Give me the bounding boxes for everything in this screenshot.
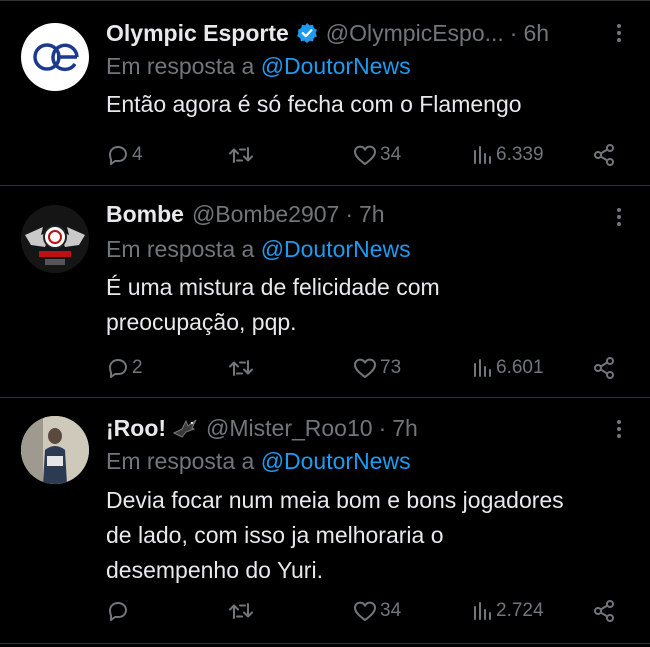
timestamp[interactable]: 7h	[392, 415, 418, 442]
tweet-header: Olympic Esporte @OlympicEspo... · 6h	[106, 15, 549, 51]
more-options-icon[interactable]	[616, 21, 622, 45]
tweet[interactable]: Bombe @Bombe2907 · 7h Em resposta a @Dou…	[0, 186, 650, 398]
display-name[interactable]: Olympic Esporte	[106, 20, 289, 47]
share-button[interactable]	[592, 353, 616, 383]
tweet-text-line: Então agora é só fecha com o Flamengo	[106, 91, 522, 117]
reply-mention-link[interactable]: @DoutorNews	[261, 448, 411, 474]
heart-icon	[354, 145, 376, 165]
timestamp[interactable]: 7h	[359, 201, 385, 228]
like-count: 34	[380, 600, 402, 621]
like-button[interactable]: 73	[352, 353, 401, 383]
share-button[interactable]	[592, 596, 616, 626]
tweet-text: É uma mistura de felicidade com preocupa…	[106, 270, 636, 340]
tweet-text-line: Devia focar num meia bom e bons jogadore…	[106, 487, 564, 513]
reply-prefix: Em resposta a	[106, 236, 255, 262]
reply-context: Em resposta a @DoutorNews	[106, 448, 411, 475]
reply-count: 2	[132, 357, 143, 378]
tweet-text-line: preocupação, pqp.	[106, 309, 297, 335]
reply-count: 4	[132, 144, 143, 165]
action-bar: 4 34 6.339	[0, 140, 650, 170]
heart-icon	[354, 358, 376, 378]
like-button[interactable]: 34	[352, 140, 401, 170]
reply-icon	[109, 146, 127, 165]
reply-prefix: Em resposta a	[106, 448, 255, 474]
action-bar: 2 73 6.601	[0, 353, 650, 383]
verified-badge-icon	[296, 22, 318, 44]
views-button[interactable]: 2.724	[470, 596, 544, 626]
view-count: 6.601	[496, 357, 544, 378]
tweet-text: Então agora é só fecha com o Flamengo	[106, 87, 636, 122]
view-count: 2.724	[496, 600, 544, 621]
action-bar: 34 2.724	[0, 596, 650, 626]
avatar[interactable]	[21, 205, 89, 273]
tweet-text-line: de lado, com isso ja melhoraria o	[106, 522, 444, 548]
views-button[interactable]: 6.601	[470, 353, 544, 383]
like-count: 34	[380, 144, 402, 165]
views-chart-icon	[474, 602, 491, 620]
tweet[interactable]: Olympic Esporte @OlympicEspo... · 6h Em …	[0, 1, 650, 186]
reply-button[interactable]	[106, 596, 132, 626]
tweet-header: Bombe @Bombe2907 · 7h	[106, 196, 385, 232]
reply-context: Em resposta a @DoutorNews	[106, 236, 411, 263]
reply-mention-link[interactable]: @DoutorNews	[261, 236, 411, 262]
corinthians-crest-avatar	[21, 205, 89, 273]
heart-icon	[354, 601, 376, 621]
reply-context: Em resposta a @DoutorNews	[106, 53, 411, 80]
share-icon	[594, 357, 614, 379]
separator-dot: ·	[509, 19, 518, 46]
bird-emoji-icon	[172, 417, 198, 439]
share-icon	[594, 144, 614, 166]
separator-dot: ·	[378, 414, 387, 441]
share-button[interactable]	[592, 140, 616, 170]
avatar[interactable]	[21, 23, 89, 91]
retweet-button[interactable]	[228, 353, 256, 383]
like-count: 73	[380, 357, 402, 378]
tweet-text-line: desempenho do Yuri.	[106, 557, 323, 583]
retweet-button[interactable]	[228, 140, 256, 170]
retweet-icon	[229, 147, 253, 163]
reply-mention-link[interactable]: @DoutorNews	[261, 53, 411, 79]
tweet-text-line: É uma mistura de felicidade com	[106, 274, 440, 300]
retweet-icon	[229, 603, 253, 619]
reply-button[interactable]: 2	[106, 353, 143, 383]
tweet[interactable]: ¡Roo! @Mister_Roo10 · 7h Em resposta a @…	[0, 398, 650, 644]
view-count: 6.339	[496, 144, 544, 165]
user-photo-avatar	[21, 416, 89, 484]
share-icon	[594, 600, 614, 622]
handle[interactable]: @OlympicEspo...	[326, 20, 504, 47]
views-chart-icon	[474, 146, 491, 164]
retweet-button[interactable]	[228, 596, 256, 626]
separator-dot: ·	[345, 200, 354, 227]
avatar[interactable]	[21, 416, 89, 484]
olympic-esporte-logo	[33, 43, 79, 72]
tweet-header: ¡Roo! @Mister_Roo10 · 7h	[106, 410, 418, 446]
retweet-icon	[229, 360, 253, 376]
handle[interactable]: @Bombe2907	[192, 201, 339, 228]
handle[interactable]: @Mister_Roo10	[206, 415, 373, 442]
more-options-icon[interactable]	[616, 205, 622, 229]
reply-icon	[109, 602, 127, 621]
reply-button[interactable]: 4	[106, 140, 143, 170]
more-options-icon[interactable]	[616, 417, 622, 441]
reply-prefix: Em resposta a	[106, 53, 255, 79]
views-chart-icon	[474, 359, 491, 377]
timestamp[interactable]: 6h	[523, 20, 549, 47]
like-button[interactable]: 34	[352, 596, 401, 626]
reply-icon	[109, 359, 127, 378]
tweet-text: Devia focar num meia bom e bons jogadore…	[106, 483, 636, 588]
display-name[interactable]: Bombe	[106, 201, 184, 228]
views-button[interactable]: 6.339	[470, 140, 544, 170]
display-name[interactable]: ¡Roo!	[106, 415, 166, 442]
